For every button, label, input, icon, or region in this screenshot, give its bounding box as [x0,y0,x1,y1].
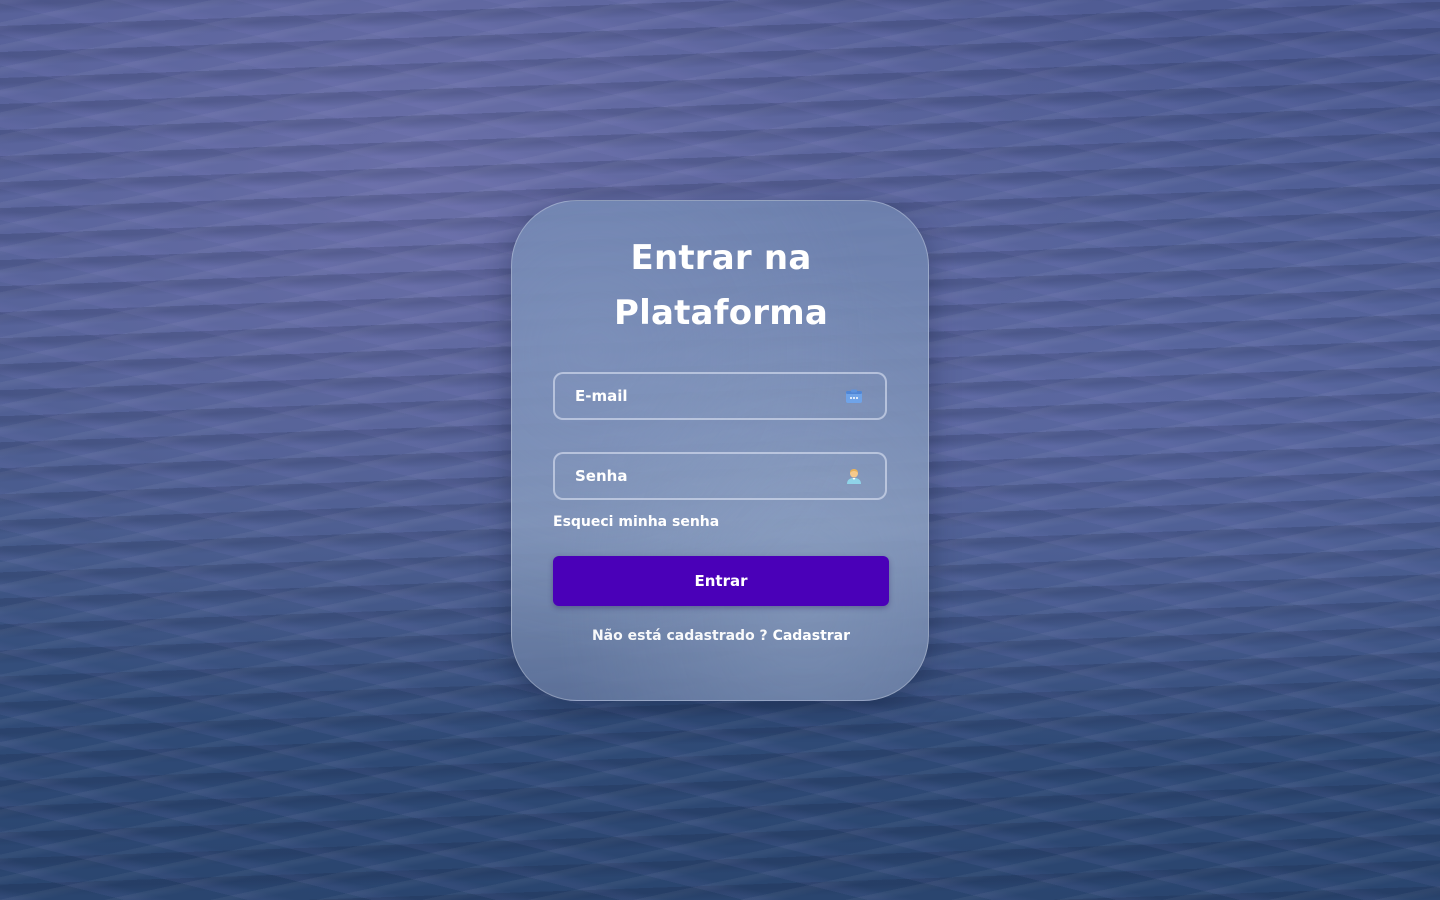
email-field-wrapper [553,372,887,420]
login-submit-button[interactable]: Entrar [553,556,889,606]
password-input[interactable] [555,454,885,498]
forgot-password-link[interactable]: Esqueci minha senha [553,514,719,530]
register-prompt-line: Não está cadastrado ? Cadastrar [512,628,930,644]
email-input[interactable] [555,374,885,418]
email-card-icon [846,389,862,403]
user-icon [847,469,861,484]
title-line-2: Plataforma [613,293,828,333]
login-card: Entrar na Plataforma Esqueci minha senha… [511,200,929,701]
password-field-wrapper [553,452,887,500]
register-link[interactable]: Cadastrar [773,628,850,644]
register-prompt-text: Não está cadastrado ? [591,628,768,644]
title-line-1: Entrar na [630,238,812,278]
page-title: Entrar na Plataforma [512,231,930,341]
